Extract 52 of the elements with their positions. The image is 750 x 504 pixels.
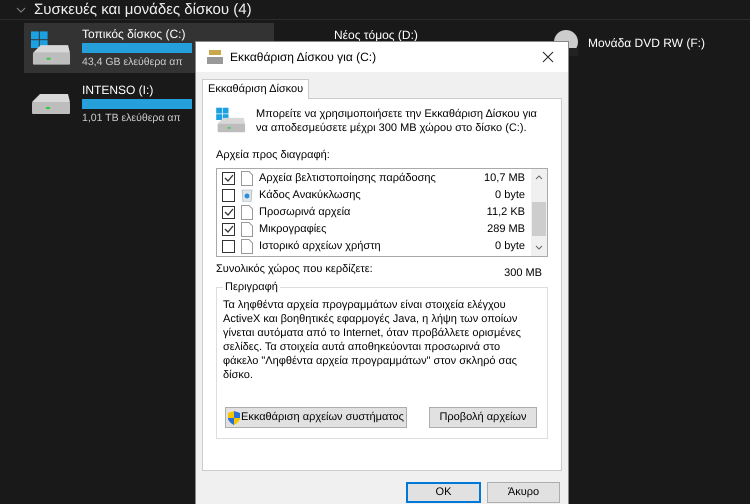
checkbox[interactable] <box>222 188 235 202</box>
cancel-button[interactable]: Άκυρο <box>487 482 560 503</box>
description-text: Τα ληφθέντα αρχεία προγραμμάτων είναι στοιχεία ελέγχου ActiveX και βοηθητικές εφαρμογές Java, η λήψη των οποίων γίνεται αυτόματα από το Internet, όταν προβάλλετε ορισμένες σελίδες. Τα στοιχεία αυτά αποθηκεύονται προσωρινά στο φάκελο "Ληφθέντα αρχεία προγραμμάτων" στον σκληρό σας δίσκο. <box>223 298 522 382</box>
drive-name: Τοπικός δίσκος (C:) <box>82 27 186 41</box>
group-title: Περιγραφή <box>223 281 280 293</box>
drive-name[interactable]: Μονάδα DVD RW (F:) <box>588 34 705 52</box>
files-label: Αρχεία προς διαγραφή: <box>216 148 331 163</box>
drive-icon <box>31 93 71 115</box>
checkbox[interactable] <box>222 240 235 252</box>
file-name: Ιστορικό αρχείων χρήστη <box>259 238 382 254</box>
file-name: Μικρογραφίες <box>259 222 328 237</box>
file-row[interactable]: Κάδος Ανακύκλωσης 0 byte <box>217 186 531 204</box>
drive-name[interactable]: Νέος τόμος (D:) <box>334 26 418 44</box>
total-label: Συνολικός χώρος που κερδίζετε: <box>216 262 373 276</box>
shield-icon <box>228 410 240 424</box>
file-row[interactable]: Προσωρινά αρχεία 11,2 KB <box>217 204 531 220</box>
disk-cleanup-icon <box>206 49 224 65</box>
file-icon <box>241 170 253 186</box>
free-space-text: 1,01 TB ελεύθερα απ <box>82 111 181 125</box>
file-row[interactable]: Αρχεία βελτιστοποίησης παράδοσης 10,7 MB <box>217 170 531 186</box>
section-title: Συσκευές και μονάδες δίσκου (4) <box>34 0 252 20</box>
close-icon <box>542 51 554 63</box>
file-name: Κάδος Ανακύκλωσης <box>259 188 362 203</box>
file-row[interactable]: Μικρογραφίες 289 MB <box>217 220 531 238</box>
checkbox[interactable] <box>222 172 235 184</box>
chevron-icon[interactable] <box>16 5 26 15</box>
checkbox[interactable] <box>222 206 235 218</box>
recycle-bin-icon <box>241 188 253 202</box>
file-icon <box>241 238 253 254</box>
windows-drive-icon <box>216 107 246 133</box>
clean-system-files-button[interactable]: Εκκαθάριση αρχείων συστήματος <box>225 407 407 428</box>
file-name: Προσωρινά αρχεία <box>259 204 352 220</box>
scrollbar[interactable] <box>531 168 547 256</box>
file-icon <box>241 204 253 220</box>
drive-name: INTENSO (I:) <box>82 83 154 97</box>
file-name: Αρχεία βελτιστοποίησης παράδοσης <box>259 170 437 186</box>
file-row[interactable]: Ιστορικό αρχείων χρήστη 0 byte <box>217 238 531 254</box>
intro-text: Μπορείτε να χρησιμοποιήσετε την Εκκαθάριση Δίσκου για να αποδεσμεύσετε μέχρι 300 MB χώρου στο δίσκο (C:). <box>256 107 538 135</box>
file-size: 0 byte <box>495 188 526 203</box>
tab[interactable]: Εκκαθάριση Δίσκου <box>202 79 310 99</box>
checkbox[interactable] <box>222 222 235 236</box>
scroll-thumb[interactable] <box>532 202 546 236</box>
view-files-button[interactable]: Προβολή αρχείων <box>429 407 537 428</box>
file-size: 10,7 MB <box>484 170 526 186</box>
windows-drive-icon <box>31 30 71 66</box>
file-icon <box>241 222 253 236</box>
file-size: 0 byte <box>495 238 526 254</box>
ok-button[interactable]: OK <box>406 482 481 503</box>
free-space-text: 43,4 GB ελεύθερα απ <box>82 55 183 69</box>
file-size: 11,2 KB <box>486 204 526 220</box>
total-value: 300 MB <box>504 266 543 280</box>
file-size: 289 MB <box>487 222 526 237</box>
